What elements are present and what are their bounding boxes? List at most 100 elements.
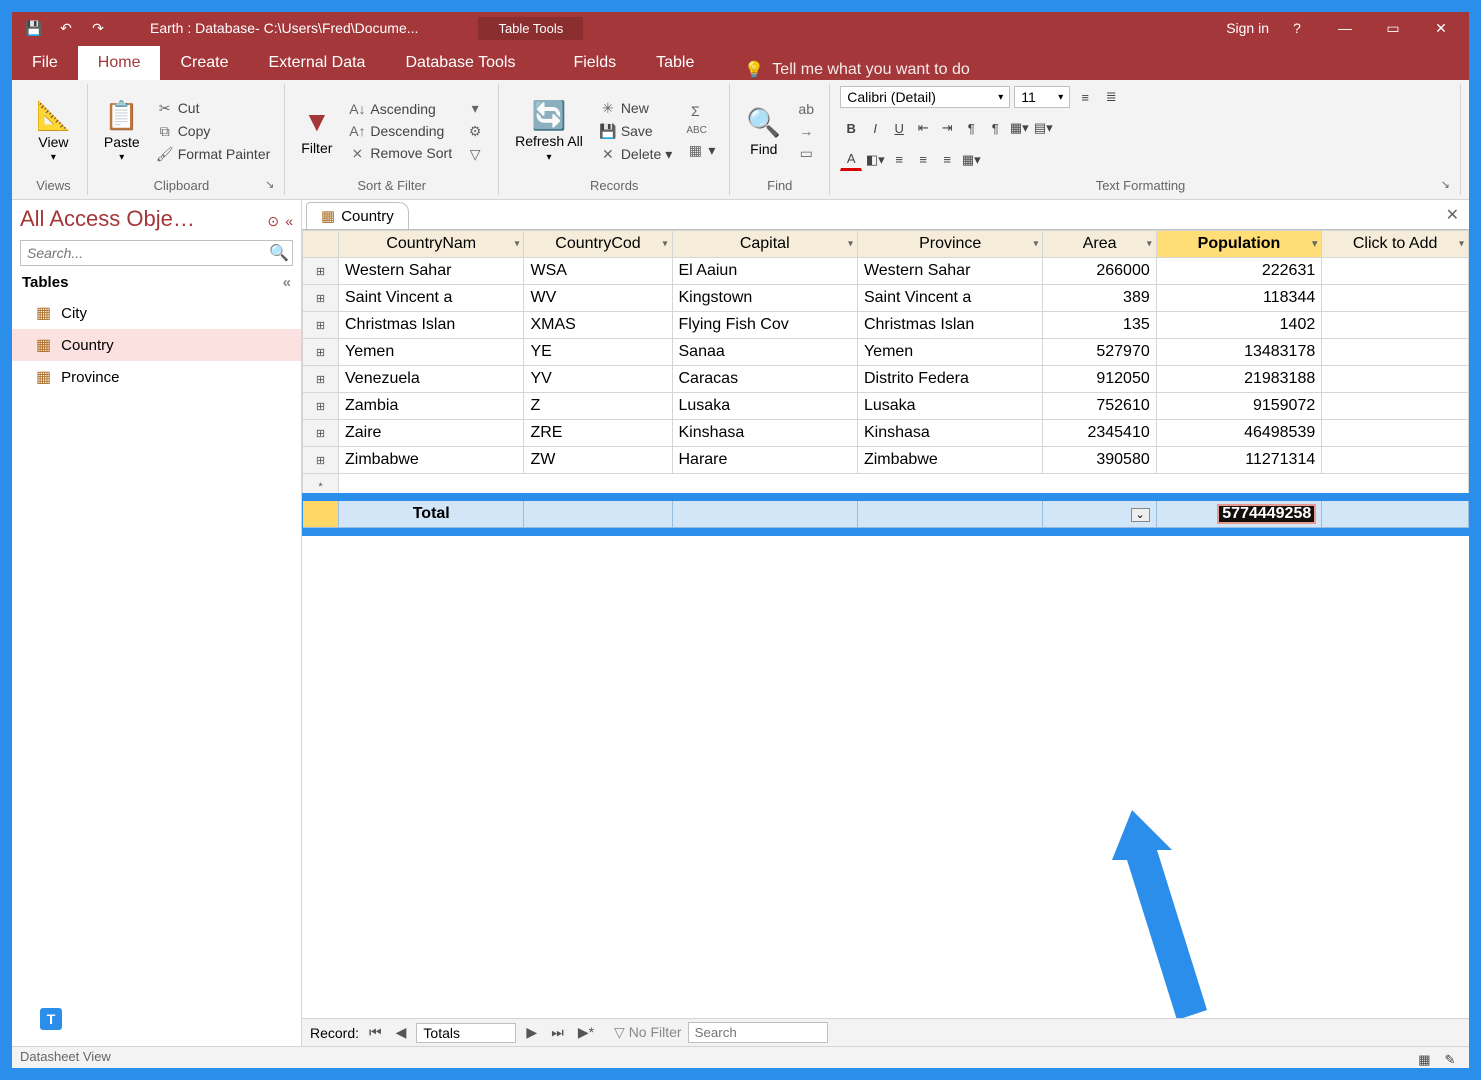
prev-record-button[interactable]: ◀: [392, 1024, 411, 1041]
font-name-combo[interactable]: Calibri (Detail)▾: [840, 86, 1010, 108]
sort-desc-button[interactable]: A↑Descending: [344, 121, 456, 141]
column-header[interactable]: Province▾: [857, 231, 1042, 258]
filter-indicator[interactable]: ▽ No Filter: [614, 1024, 682, 1041]
row-expand-icon[interactable]: ⊞: [303, 366, 339, 393]
nav-collapse-icon[interactable]: «: [285, 213, 293, 229]
toggle-filter-button[interactable]: ▽: [462, 144, 488, 165]
nav-dropdown-icon[interactable]: ⊙: [267, 213, 279, 229]
tab-database-tools[interactable]: Database Tools: [385, 46, 535, 80]
row-expand-icon[interactable]: ⊞: [303, 312, 339, 339]
datasheet-view-icon[interactable]: ▦: [1413, 1049, 1435, 1071]
tab-table[interactable]: Table: [636, 46, 714, 80]
fill-format-button[interactable]: ▦▾: [960, 149, 982, 171]
totals-area-cell[interactable]: ⌄: [1043, 501, 1156, 528]
chevron-down-icon[interactable]: ▾: [1459, 239, 1464, 250]
numbering-icon[interactable]: ≣: [1100, 86, 1122, 108]
ltr-button[interactable]: ¶: [960, 117, 982, 139]
fill-color-button[interactable]: ◧▾: [864, 149, 886, 171]
italic-button[interactable]: I: [864, 117, 886, 139]
sign-in-link[interactable]: Sign in: [1226, 20, 1269, 36]
datasheet[interactable]: CountryNam▾CountryCod▾Capital▾Province▾A…: [302, 230, 1469, 528]
nav-item-city[interactable]: ▦City: [12, 297, 301, 329]
row-expand-icon[interactable]: ⊞: [303, 420, 339, 447]
indent-decrease-button[interactable]: ⇤: [912, 117, 934, 139]
spelling-button[interactable]: ABC: [682, 123, 719, 138]
remove-sort-button[interactable]: ⨯Remove Sort: [344, 143, 456, 164]
column-header[interactable]: CountryCod▾: [524, 231, 672, 258]
row-expand-icon[interactable]: ⊞: [303, 393, 339, 420]
gridlines-button[interactable]: ▦▾: [1008, 117, 1030, 139]
record-position[interactable]: Totals: [416, 1023, 516, 1043]
sort-asc-button[interactable]: A↓Ascending: [344, 99, 456, 119]
row-expand-icon[interactable]: ⊞: [303, 285, 339, 312]
align-right-button[interactable]: ≡: [936, 149, 958, 171]
replace-button[interactable]: ab: [793, 99, 819, 119]
row-expand-icon[interactable]: ⊞: [303, 258, 339, 285]
column-header[interactable]: Area▾: [1043, 231, 1156, 258]
bullets-icon[interactable]: ≡: [1074, 86, 1096, 108]
nav-item-country[interactable]: ▦Country: [12, 329, 301, 361]
view-button[interactable]: 📐 View ▾: [30, 97, 77, 165]
restore-icon[interactable]: ▭: [1373, 12, 1413, 44]
redo-icon[interactable]: ↷: [84, 14, 112, 42]
bold-button[interactable]: B: [840, 117, 862, 139]
font-size-combo[interactable]: 11▾: [1014, 86, 1070, 108]
chevron-down-icon[interactable]: ▾: [1033, 239, 1038, 250]
table-row[interactable]: ⊞Christmas IslanXMASFlying Fish CovChris…: [303, 312, 1469, 339]
column-header[interactable]: Click to Add▾: [1322, 231, 1469, 258]
tab-fields[interactable]: Fields: [553, 46, 636, 80]
new-row[interactable]: *: [303, 474, 1469, 501]
design-view-icon[interactable]: ✎: [1439, 1049, 1461, 1071]
nav-item-province[interactable]: ▦Province: [12, 361, 301, 393]
table-row[interactable]: ⊞VenezuelaYVCaracasDistrito Federa912050…: [303, 366, 1469, 393]
font-color-button[interactable]: A: [840, 149, 862, 171]
close-icon[interactable]: ✕: [1421, 12, 1461, 44]
chevron-down-icon[interactable]: ▾: [848, 239, 853, 250]
filter-button[interactable]: ▼ Filter: [295, 104, 338, 158]
paste-button[interactable]: 📋 Paste ▾: [98, 97, 146, 165]
minimize-icon[interactable]: —: [1325, 12, 1365, 44]
dialog-launcher-icon[interactable]: ↘: [1441, 178, 1450, 191]
save-record-button[interactable]: 💾Save: [595, 121, 677, 142]
rtl-button[interactable]: ¶: [984, 117, 1006, 139]
save-icon[interactable]: 💾: [20, 14, 48, 42]
format-painter-button[interactable]: 🖌Format Painter: [152, 144, 275, 165]
document-tab-country[interactable]: ▦ Country: [306, 202, 409, 229]
table-row[interactable]: ⊞ZambiaZLusakaLusaka7526109159072: [303, 393, 1469, 420]
table-row[interactable]: ⊞ZaireZREKinshasaKinshasa234541046498539: [303, 420, 1469, 447]
select-all-cell[interactable]: [303, 231, 339, 258]
table-row[interactable]: ⊞Western SaharWSAEl AaiunWestern Sahar26…: [303, 258, 1469, 285]
selection-filter-button[interactable]: ▾: [462, 98, 488, 119]
tab-home[interactable]: Home: [78, 46, 161, 80]
row-expand-icon[interactable]: ⊞: [303, 339, 339, 366]
totals-population-cell[interactable]: 5774449258: [1156, 501, 1322, 528]
alt-row-button[interactable]: ▤▾: [1032, 117, 1054, 139]
underline-button[interactable]: U: [888, 117, 910, 139]
record-search-input[interactable]: [688, 1022, 828, 1043]
select-button[interactable]: ▭: [793, 143, 819, 164]
row-expand-icon[interactable]: ⊞: [303, 447, 339, 474]
cut-button[interactable]: ✂Cut: [152, 98, 275, 119]
align-left-button[interactable]: ≡: [888, 149, 910, 171]
goto-button[interactable]: →: [793, 121, 819, 141]
nav-search[interactable]: 🔍: [20, 240, 293, 266]
nav-search-input[interactable]: [21, 241, 266, 265]
indent-increase-button[interactable]: ⇥: [936, 117, 958, 139]
chevron-down-icon[interactable]: ▾: [1312, 239, 1317, 250]
table-row[interactable]: ⊞ZimbabweZWHarareZimbabwe39058011271314: [303, 447, 1469, 474]
tell-me-search[interactable]: 💡 Tell me what you want to do: [744, 60, 969, 80]
advanced-filter-button[interactable]: ⚙: [462, 121, 488, 142]
chevron-down-icon[interactable]: ▾: [514, 239, 519, 250]
align-center-button[interactable]: ≡: [912, 149, 934, 171]
more-records-button[interactable]: ▦▾: [682, 140, 719, 161]
next-record-button[interactable]: ▶: [522, 1024, 541, 1041]
search-icon[interactable]: 🔍: [266, 241, 292, 265]
first-record-button[interactable]: ⏮: [365, 1024, 386, 1041]
tab-create[interactable]: Create: [160, 46, 248, 80]
totals-button[interactable]: Σ: [682, 101, 719, 121]
new-record-nav-button[interactable]: ▶*: [574, 1024, 598, 1041]
refresh-all-button[interactable]: 🔄 Refresh All ▾: [509, 97, 589, 164]
nav-category-tables[interactable]: Tables «: [12, 268, 301, 297]
tab-external-data[interactable]: External Data: [249, 46, 386, 80]
undo-icon[interactable]: ↶: [52, 14, 80, 42]
